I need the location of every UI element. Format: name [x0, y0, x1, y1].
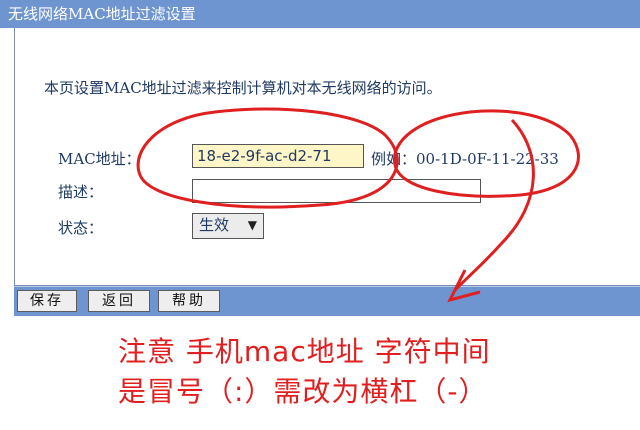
note-line-1: 注意 手机mac地址 字符中间: [118, 335, 491, 368]
save-button[interactable]: 保存: [17, 290, 77, 312]
status-label: 状态：: [58, 219, 104, 237]
description-label: 描述：: [58, 183, 104, 201]
page-description: 本页设置MAC地址过滤来控制计算机对本无线网络的访问。: [44, 79, 442, 97]
mac-address-input[interactable]: 18-e2-9f-ac-d2-71: [192, 144, 364, 168]
mac-label: MAC地址：: [58, 150, 141, 168]
dropdown-arrow-icon: ▼: [247, 218, 257, 232]
mac-example-text: 例如：00-1D-0F-11-22-33: [371, 150, 559, 168]
description-input[interactable]: [192, 179, 481, 203]
window-title: 无线网络MAC地址过滤设置: [0, 0, 640, 28]
help-button[interactable]: 帮助: [158, 290, 220, 312]
note-line-2: 是冒号（:）需改为横杠（-）: [118, 375, 488, 408]
back-button[interactable]: 返回: [88, 290, 150, 312]
status-select-value: 生效: [199, 216, 230, 234]
status-select[interactable]: 生效 ▼: [192, 213, 264, 239]
